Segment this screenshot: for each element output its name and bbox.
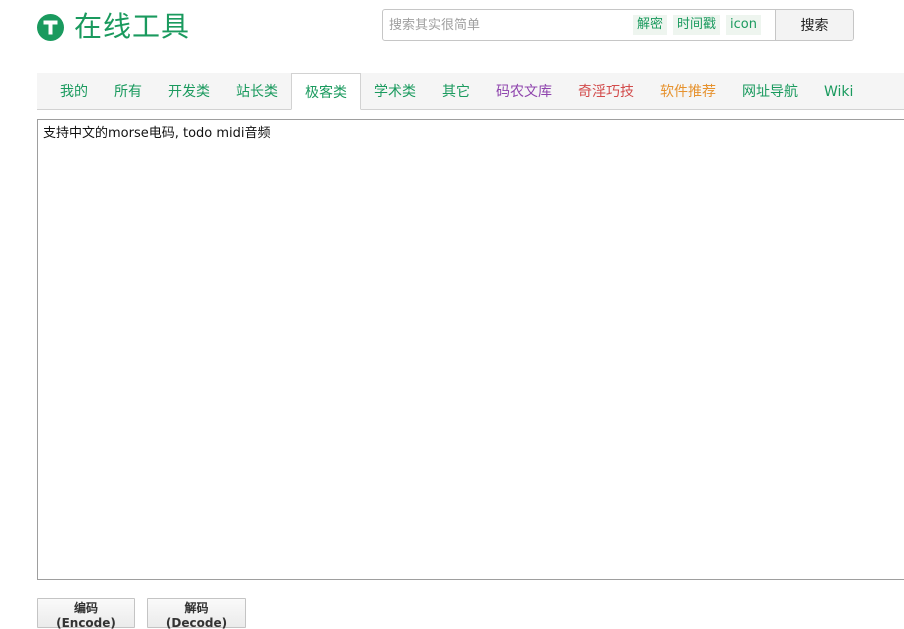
site-logo[interactable]: 在线工具	[37, 12, 190, 42]
tab-academic[interactable]: 学术类	[361, 73, 429, 109]
category-tab-list: 我的 所有 开发类 站长类 极客类 学术类 其它 码农文库 奇淫巧技 软件推荐 …	[37, 73, 904, 110]
quick-tag-decrypt[interactable]: 解密	[633, 15, 668, 35]
page: 在线工具 解密 时间戳 icon 搜索 我的 所有 开发类 站长类 极客类 学术…	[0, 0, 904, 629]
search-button[interactable]: 搜索	[775, 10, 853, 40]
search-input[interactable]	[389, 11, 633, 39]
action-row: 编码(Encode) 解码(Decode)	[37, 598, 246, 629]
quick-search-tags: 解密 时间戳 icon	[633, 15, 761, 35]
tab-coder-library[interactable]: 码农文库	[483, 73, 565, 109]
tab-other[interactable]: 其它	[429, 73, 483, 109]
morse-text-input[interactable]: 支持中文的morse电码, todo midi音频	[37, 119, 904, 580]
decode-button[interactable]: 解码(Decode)	[147, 598, 246, 629]
tab-mine[interactable]: 我的	[47, 73, 101, 109]
tab-all[interactable]: 所有	[101, 73, 155, 109]
tab-dev[interactable]: 开发类	[155, 73, 223, 109]
quick-tag-timestamp[interactable]: 时间戳	[673, 15, 721, 35]
tab-webmaster[interactable]: 站长类	[223, 73, 291, 109]
category-tab-bar: 我的 所有 开发类 站长类 极客类 学术类 其它 码农文库 奇淫巧技 软件推荐 …	[37, 73, 904, 110]
t-circle-icon	[37, 13, 64, 41]
tab-software[interactable]: 软件推荐	[647, 73, 729, 109]
tab-nav-sites[interactable]: 网址导航	[729, 73, 811, 109]
search-box: 解密 时间戳 icon 搜索	[382, 9, 854, 41]
quick-tag-icon[interactable]: icon	[726, 15, 761, 35]
tab-wiki[interactable]: Wiki	[811, 73, 866, 109]
encode-button[interactable]: 编码(Encode)	[37, 598, 135, 629]
tab-geek[interactable]: 极客类	[291, 73, 361, 110]
tab-tricks[interactable]: 奇淫巧技	[565, 73, 647, 109]
site-title: 在线工具	[74, 10, 191, 43]
